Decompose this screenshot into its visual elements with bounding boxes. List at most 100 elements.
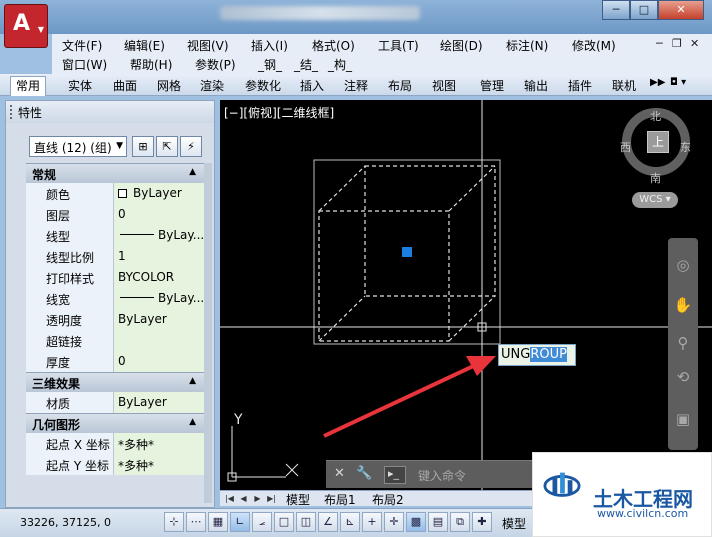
select-objects-button[interactable]: ⇱: [156, 136, 178, 157]
tab-output[interactable]: 输出: [524, 77, 548, 94]
prop-row[interactable]: 颜色 ByLayer: [26, 183, 204, 204]
zoom-icon[interactable]: ⚲: [672, 332, 694, 354]
prev-tab-icon[interactable]: ◀: [238, 492, 249, 505]
tab-home[interactable]: 常用: [10, 76, 47, 96]
close-button[interactable]: ✕: [658, 0, 704, 20]
tab-layout[interactable]: 布局: [388, 77, 412, 94]
prop-row[interactable]: 线型比例 1: [26, 246, 204, 267]
menu-tools[interactable]: 工具(T): [378, 37, 419, 54]
menu-window[interactable]: 窗口(W): [62, 56, 107, 73]
selection-dropdown[interactable]: 直线 (12) (组) ▼: [29, 136, 127, 157]
polar-tracking-button[interactable]: ⦟: [252, 512, 272, 532]
prop-row[interactable]: 材质 ByLayer: [26, 392, 204, 413]
wrench-icon[interactable]: 🔧: [356, 466, 372, 481]
tab-model[interactable]: 模型: [286, 491, 310, 508]
snap-mode-button[interactable]: ⋯: [186, 512, 206, 532]
model-space-toggle[interactable]: 模型: [502, 515, 526, 532]
prop-value[interactable]: BYCOLOR: [114, 267, 204, 288]
infer-constraints-button[interactable]: ⊹: [164, 512, 184, 532]
compass-north[interactable]: 北: [650, 108, 661, 124]
viewcube-top-face[interactable]: 上: [647, 131, 669, 153]
menu-modify[interactable]: 修改(M): [572, 37, 616, 54]
orbit-icon[interactable]: ⟲: [672, 366, 694, 388]
prop-value[interactable]: ByLayer: [114, 392, 204, 413]
command-input[interactable]: 键入命令: [418, 467, 466, 484]
tab-insert[interactable]: 插入: [300, 77, 324, 94]
compass-south[interactable]: 南: [650, 170, 661, 186]
coordinate-readout[interactable]: 33226, 37125, 0: [20, 516, 111, 529]
tab-more-icon[interactable]: ▶▶: [650, 77, 665, 88]
prop-value[interactable]: 1: [114, 246, 204, 267]
dynamic-input-box[interactable]: UNGROUP: [498, 344, 576, 366]
compass-west[interactable]: 西: [620, 139, 631, 155]
quick-properties-button[interactable]: ▤: [428, 512, 448, 532]
prop-row[interactable]: 线宽 ByLay...: [26, 288, 204, 309]
wcs-menu[interactable]: WCS ▾: [632, 192, 678, 208]
tab-online[interactable]: 联机: [612, 77, 636, 94]
compass-east[interactable]: 东: [680, 139, 691, 155]
prop-row[interactable]: 图层 0: [26, 204, 204, 225]
tab-view[interactable]: 视图: [432, 77, 456, 94]
next-tab-icon[interactable]: ▶: [252, 492, 263, 505]
palette-scrollbar[interactable]: [204, 163, 212, 503]
tab-surface[interactable]: 曲面: [113, 77, 137, 94]
tab-solid[interactable]: 实体: [68, 77, 92, 94]
tab-render[interactable]: 渲染: [200, 77, 224, 94]
prop-value[interactable]: 0: [114, 204, 204, 225]
prop-value[interactable]: *多种*: [114, 454, 204, 475]
showmotion-icon[interactable]: ▣: [672, 408, 694, 430]
prop-row[interactable]: 线型 ByLay...: [26, 225, 204, 246]
prop-value[interactable]: [114, 330, 204, 351]
menu-construct[interactable]: _构_: [328, 56, 352, 73]
prop-value[interactable]: ByLay...: [114, 288, 204, 309]
toggle-pickadd-button[interactable]: ⊞: [132, 136, 154, 157]
doc-minimize-icon[interactable]: ─: [656, 37, 663, 50]
prop-row[interactable]: 起点 X 坐标 *多种*: [26, 433, 204, 454]
quick-select-button[interactable]: ⚡: [180, 136, 202, 157]
tab-layout2[interactable]: 布局2: [372, 491, 404, 508]
selection-cycling-button[interactable]: ⧉: [450, 512, 470, 532]
menu-structure[interactable]: _结_: [294, 56, 318, 73]
doc-restore-icon[interactable]: ❐: [672, 37, 682, 50]
section-3d-effects[interactable]: 三维效果 ▲: [26, 372, 204, 392]
menu-file[interactable]: 文件(F): [62, 37, 102, 54]
prop-value[interactable]: *多种*: [114, 433, 204, 454]
tab-annotate[interactable]: 注释: [344, 77, 368, 94]
annotation-monitor-button[interactable]: ✚: [472, 512, 492, 532]
menu-steel[interactable]: _钢_: [258, 56, 282, 73]
prop-row[interactable]: 起点 Y 坐标 *多种*: [26, 454, 204, 475]
prop-row[interactable]: 打印样式 BYCOLOR: [26, 267, 204, 288]
maximize-button[interactable]: □: [630, 0, 658, 20]
command-prompt-icon[interactable]: ▸_: [384, 466, 406, 484]
menu-help[interactable]: 帮助(H): [130, 56, 172, 73]
dynamic-input-button[interactable]: +: [362, 512, 382, 532]
pan-hand-icon[interactable]: ✋: [672, 294, 694, 316]
menu-parametric[interactable]: 参数(P): [195, 56, 236, 73]
prop-row[interactable]: 超链接: [26, 330, 204, 351]
section-general[interactable]: 常规 ▲: [26, 163, 204, 183]
menu-draw[interactable]: 绘图(D): [440, 37, 483, 54]
tab-parametric[interactable]: 参数化: [245, 77, 281, 94]
prop-value[interactable]: 0: [114, 351, 204, 372]
object-snap-tracking-button[interactable]: ∠: [318, 512, 338, 532]
drawing-viewport[interactable]: [−][俯视][二维线框] Y 上 北 南 西 东 WCS ▾ ◎ ✋ ⚲ ⟲ …: [220, 100, 712, 490]
menu-dimension[interactable]: 标注(N): [506, 37, 548, 54]
tab-layout1[interactable]: 布局1: [324, 491, 356, 508]
3d-object-snap-button[interactable]: ◫: [296, 512, 316, 532]
section-geometry[interactable]: 几何图形 ▲: [26, 413, 204, 433]
prop-value[interactable]: ByLayer: [114, 309, 204, 330]
ribbon-options-icon[interactable]: ◘ ▾: [670, 77, 686, 88]
tab-manage[interactable]: 管理: [480, 77, 504, 94]
application-menu-button[interactable]: A ▼: [4, 4, 48, 48]
transparency-button[interactable]: ▩: [406, 512, 426, 532]
palette-title-bar[interactable]: 特性: [6, 101, 214, 123]
first-tab-icon[interactable]: |◀: [224, 492, 235, 505]
tab-mesh[interactable]: 网格: [157, 77, 181, 94]
close-icon[interactable]: ✕: [334, 466, 345, 481]
prop-row[interactable]: 厚度 0: [26, 351, 204, 372]
object-snap-button[interactable]: □: [274, 512, 294, 532]
grid-display-button[interactable]: ▦: [208, 512, 228, 532]
prop-row[interactable]: 透明度 ByLayer: [26, 309, 204, 330]
menu-insert[interactable]: 插入(I): [251, 37, 288, 54]
doc-close-icon[interactable]: ✕: [690, 37, 699, 50]
